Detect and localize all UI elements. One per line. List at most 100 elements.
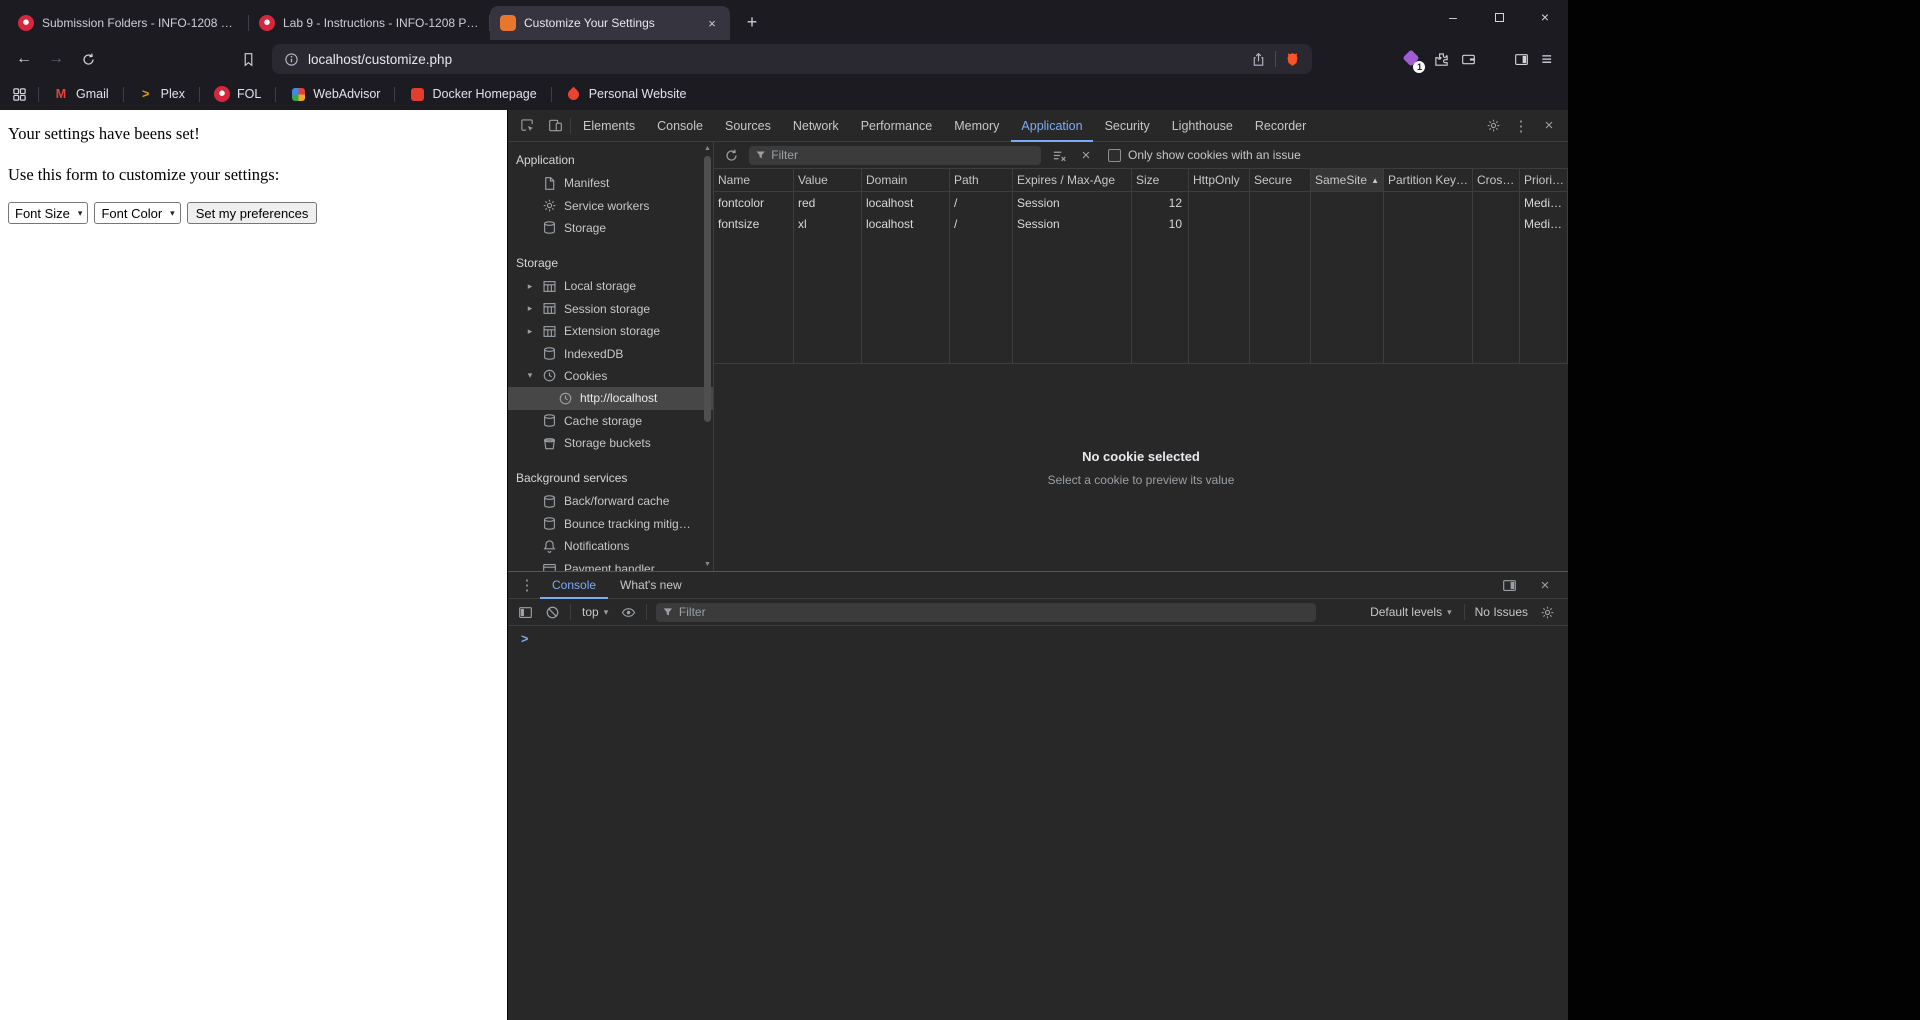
new-tab-button[interactable]: + (738, 8, 766, 36)
forward-button[interactable]: → (42, 45, 70, 73)
scrollbar-thumb[interactable] (704, 156, 711, 422)
drawer-close-icon[interactable]: × (1532, 573, 1558, 597)
bookmark-docker-homepage[interactable]: Docker Homepage (406, 84, 539, 104)
console-sidebar-icon[interactable] (516, 603, 534, 621)
cookies-filter-field[interactable] (749, 146, 1041, 165)
col-httponly[interactable]: HttpOnly (1189, 169, 1250, 191)
collapse-caret-icon[interactable]: ▾ (525, 370, 535, 381)
bookmark-webadvisor[interactable]: WebAdvisor (287, 84, 383, 104)
col-value[interactable]: Value (794, 169, 862, 191)
console-filter-field[interactable] (656, 603, 1316, 622)
refresh-cookies-icon[interactable] (722, 146, 740, 164)
sidebar-item-service-workers[interactable]: Service workers (508, 194, 713, 216)
col-secure[interactable]: Secure (1250, 169, 1311, 191)
sidebar-item-extension-storage[interactable]: ▸ Extension storage (508, 320, 713, 342)
devtools-more-icon[interactable]: ⋮ (1508, 114, 1534, 138)
sidebar-item-notifications[interactable]: Notifications (508, 535, 713, 557)
col-path[interactable]: Path (950, 169, 1013, 191)
delete-selected-icon[interactable]: × (1077, 146, 1095, 164)
tab-console[interactable]: Console (647, 110, 713, 142)
bookmark-plex[interactable]: > Plex (135, 84, 188, 104)
site-info-icon[interactable] (284, 52, 299, 67)
devtools-settings-gear-icon[interactable] (1480, 114, 1506, 138)
font-size-select[interactable]: Font Size ▾ (8, 202, 88, 224)
col-name[interactable]: Name (714, 169, 794, 191)
scroll-up-icon[interactable]: ▲ (702, 145, 713, 152)
url-bar[interactable]: localhost/customize.php (272, 44, 1312, 74)
extensions-puzzle-icon[interactable] (1434, 52, 1449, 67)
console-filter-input[interactable] (679, 605, 1310, 619)
bookmark-ribbon-icon[interactable] (234, 45, 262, 73)
tab-application-active[interactable]: Application (1011, 110, 1092, 142)
reload-button[interactable] (74, 45, 102, 73)
sidebar-item-storage[interactable]: Storage (508, 217, 713, 239)
drawer-more-icon[interactable]: ⋮ (514, 573, 540, 597)
sidebar-item-back-forward-cache[interactable]: Back/forward cache (508, 490, 713, 512)
device-toolbar-icon[interactable] (542, 114, 568, 138)
col-samesite-sorted[interactable]: SameSite▲ (1311, 169, 1384, 191)
issues-counter[interactable]: No Issues (1475, 605, 1528, 619)
back-button[interactable]: ← (10, 45, 38, 73)
sidebar-item-cookies[interactable]: ▾ Cookies (508, 365, 713, 387)
minimize-button[interactable]: – (1430, 0, 1476, 34)
cookies-filter-input[interactable] (771, 148, 1035, 162)
tab-network[interactable]: Network (783, 110, 849, 142)
close-window-button[interactable]: × (1522, 0, 1568, 34)
sidebar-item-cache-storage[interactable]: Cache storage (508, 410, 713, 432)
tab-sources[interactable]: Sources (715, 110, 781, 142)
devtools-close-icon[interactable]: × (1536, 114, 1562, 138)
expand-caret-icon[interactable]: ▸ (525, 303, 535, 314)
bookmark-gmail[interactable]: M Gmail (50, 84, 112, 104)
issue-checkbox[interactable] (1108, 149, 1121, 162)
drawer-tab-whats-new[interactable]: What's new (608, 572, 694, 599)
expand-caret-icon[interactable]: ▸ (525, 326, 535, 337)
col-expires[interactable]: Expires / Max-Age (1013, 169, 1132, 191)
sidebar-item-cookies-localhost-selected[interactable]: http://localhost (508, 387, 713, 409)
col-domain[interactable]: Domain (862, 169, 950, 191)
bookmark-personal-website[interactable]: Personal Website (563, 84, 690, 104)
set-preferences-button[interactable]: Set my preferences (187, 202, 318, 224)
sidebar-scrollbar[interactable]: ▲ ▼ (702, 142, 713, 571)
bookmark-fol[interactable]: FOL (211, 84, 264, 104)
tab-lighthouse[interactable]: Lighthouse (1162, 110, 1243, 142)
brave-shield-icon[interactable] (1285, 52, 1300, 67)
inspect-element-icon[interactable] (514, 114, 540, 138)
live-expression-eye-icon[interactable] (619, 603, 637, 621)
tab-elements[interactable]: Elements (573, 110, 645, 142)
tab-close-icon[interactable]: × (704, 15, 720, 31)
tab-security[interactable]: Security (1095, 110, 1160, 142)
console-prompt[interactable]: > (508, 626, 1568, 651)
cookie-row-fontcolor[interactable]: fontcolor red localhost / Session 12 (714, 192, 1568, 213)
sidebar-item-local-storage[interactable]: ▸ Local storage (508, 275, 713, 297)
clear-all-cookies-icon[interactable] (1050, 146, 1068, 164)
font-color-select[interactable]: Font Color ▾ (94, 202, 180, 224)
share-icon[interactable] (1251, 52, 1266, 67)
clear-console-icon[interactable] (543, 603, 561, 621)
log-levels-select[interactable]: Default levels ▾ (1368, 605, 1454, 619)
browser-tab-lab9-instructions[interactable]: Lab 9 - Instructions - INFO-1208 PHP (249, 6, 489, 40)
browser-tab-customize-settings-active[interactable]: Customize Your Settings × (490, 6, 730, 40)
sidebar-item-manifest[interactable]: Manifest (508, 172, 713, 194)
wallet-icon[interactable] (1461, 52, 1476, 67)
dock-side-icon[interactable] (1496, 573, 1522, 597)
menu-icon[interactable]: ≡ (1541, 49, 1552, 70)
expand-caret-icon[interactable]: ▸ (525, 281, 535, 292)
tab-performance[interactable]: Performance (851, 110, 943, 142)
drawer-tab-console-active[interactable]: Console (540, 572, 608, 599)
sidebar-item-indexeddb[interactable]: IndexedDB (508, 342, 713, 364)
sidebar-item-storage-buckets[interactable]: Storage buckets (508, 432, 713, 454)
col-cross-site[interactable]: Cros… (1473, 169, 1520, 191)
execution-context-select[interactable]: top ▾ (580, 605, 610, 619)
col-priority[interactable]: Priori… (1520, 169, 1568, 191)
apps-grid-icon[interactable] (12, 87, 27, 102)
browser-tab-submission-folders[interactable]: Submission Folders - INFO-1208 PHP (8, 6, 248, 40)
tab-memory[interactable]: Memory (944, 110, 1009, 142)
sidebar-item-bounce-tracking[interactable]: Bounce tracking mitig… (508, 513, 713, 535)
scroll-down-icon[interactable]: ▼ (702, 561, 713, 568)
sidebar-item-session-storage[interactable]: ▸ Session storage (508, 298, 713, 320)
maximize-button[interactable] (1476, 0, 1522, 34)
cookie-row-fontsize[interactable]: fontsize xl localhost / Session 10 (714, 213, 1568, 234)
sidebar-toggle-icon[interactable] (1514, 52, 1529, 67)
brave-rewards-icon[interactable]: 1 (1402, 49, 1422, 69)
sidebar-item-payment-handler[interactable]: Payment handler (508, 557, 713, 571)
